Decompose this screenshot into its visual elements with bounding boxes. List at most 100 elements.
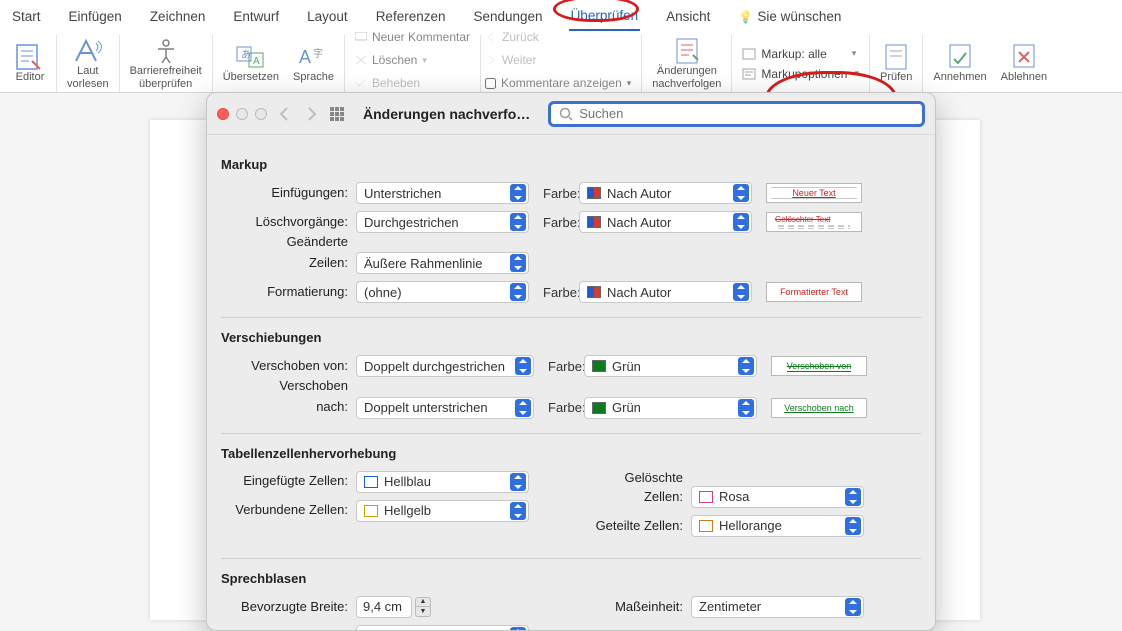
preview-insert: Neuer Text <box>766 183 862 203</box>
search-field[interactable] <box>548 101 925 127</box>
grp-editor[interactable]: Editor <box>4 35 57 92</box>
nav-fwd-icon[interactable] <box>303 106 319 122</box>
chevron-updown-icon <box>738 357 754 375</box>
grp-check[interactable]: Prüfen <box>870 35 923 92</box>
btn-resolve[interactable]: Beheben <box>355 76 420 90</box>
nav-back-icon[interactable] <box>277 106 293 122</box>
step-up[interactable]: ▲ <box>415 597 431 607</box>
btn-show-comments[interactable]: Kommentare anzeigen ▾ <box>485 76 631 90</box>
btn-accept[interactable]: Annehmen <box>933 43 986 84</box>
tab-layout[interactable]: Layout <box>305 7 350 30</box>
markup-all-label: Markup: alle <box>761 47 826 61</box>
lbl-del-cells-1: Gelöschte <box>591 471 691 485</box>
val-split-cells: Hellorange <box>719 518 845 533</box>
val-insertions: Unterstrichen <box>364 186 510 201</box>
acc-2: überprüfen <box>139 79 192 91</box>
check-label: Prüfen <box>880 72 912 84</box>
val-margin: Rechts <box>364 628 510 630</box>
sel-ins-color[interactable]: Nach Autor <box>579 182 752 204</box>
sel-del-color[interactable]: Nach Autor <box>579 211 752 233</box>
tab-mailings[interactable]: Sendungen <box>471 7 544 30</box>
preview-delete: Gelöschter Text <box>766 212 862 232</box>
sel-mrg-cells[interactable]: Hellgelb <box>356 500 529 522</box>
width-field[interactable]: 9,4 cm <box>356 596 412 618</box>
markup-display[interactable]: Markup: alle▾ <box>742 47 856 61</box>
chevron-updown-icon <box>845 517 861 535</box>
minimize-button[interactable] <box>236 108 248 120</box>
sel-split-cells[interactable]: Hellorange <box>691 515 864 537</box>
val-del-color: Nach Autor <box>607 215 733 230</box>
markup-options[interactable]: Markupoptionen▾ <box>742 67 859 81</box>
tab-review[interactable]: Überprüfen <box>569 6 641 31</box>
step-down[interactable]: ▼ <box>415 607 431 617</box>
zoom-button[interactable] <box>255 108 267 120</box>
val-ins-color: Nach Autor <box>607 186 733 201</box>
sel-deletions[interactable]: Durchgestrichen <box>356 211 529 233</box>
show-comments-check[interactable] <box>485 78 496 89</box>
lbl-lines: Zeilen: <box>221 256 356 270</box>
val-formatting: (ohne) <box>364 285 510 300</box>
comment-icon <box>355 32 367 42</box>
read-aloud-1: Laut <box>77 66 98 78</box>
sel-del-cells[interactable]: Rosa <box>691 486 864 508</box>
accept-label: Annehmen <box>933 72 986 84</box>
chevron-updown-icon <box>510 627 526 630</box>
chevron-updown-icon <box>510 473 526 491</box>
new-comment-label: Neuer Kommentar <box>372 30 470 44</box>
btn-prev-comment[interactable]: Zurück <box>485 30 539 44</box>
markup-opt-label: Markupoptionen <box>761 67 847 81</box>
sel-margin[interactable]: Rechts <box>356 625 529 630</box>
svg-text:字: 字 <box>313 47 323 60</box>
grp-accessibility[interactable]: Barrierefreiheit überprüfen <box>120 35 213 92</box>
markup-options-icon <box>742 68 756 80</box>
val-unit: Zentimeter <box>699 599 845 614</box>
tab-insert[interactable]: Einfügen <box>67 7 124 30</box>
sel-formatting[interactable]: (ohne) <box>356 281 529 303</box>
sel-moved-to[interactable]: Doppelt unterstrichen <box>356 397 534 419</box>
sel-fmt-color[interactable]: Nach Autor <box>579 281 752 303</box>
lbl-color-5: Farbe: <box>534 400 584 415</box>
preview-delete-text: Gelöschter Text <box>769 215 830 224</box>
stepper-width[interactable]: 9,4 cm ▲▼ <box>356 596 431 618</box>
search-input[interactable] <box>579 106 914 121</box>
search-icon <box>559 107 573 121</box>
section-table: Tabellenzellenhervorhebung <box>221 446 921 461</box>
lbl-margin: Seitenrand: <box>221 629 356 630</box>
btn-new-comment[interactable]: Neuer Kommentar <box>355 30 470 44</box>
translate-icon: あA <box>235 43 267 71</box>
tab-references[interactable]: Referenzen <box>374 7 448 30</box>
sel-unit[interactable]: Zentimeter <box>691 596 864 618</box>
chevron-updown-icon <box>515 399 531 417</box>
tab-design[interactable]: Entwurf <box>231 7 281 30</box>
divider <box>221 433 921 434</box>
svg-text:あ: あ <box>241 49 251 61</box>
swatch-lightorange-icon <box>699 520 713 532</box>
ribbon-tabs: Start Einfügen Zeichnen Entwurf Layout R… <box>0 0 1122 35</box>
grp-read-aloud[interactable]: Laut vorlesen <box>57 35 120 92</box>
sel-ins-cells[interactable]: Hellblau <box>356 471 529 493</box>
close-button[interactable] <box>217 108 229 120</box>
btn-reject[interactable]: Ablehnen <box>1001 43 1048 84</box>
tab-view[interactable]: Ansicht <box>664 7 712 30</box>
val-ins-cells: Hellblau <box>384 474 510 489</box>
sel-insertions[interactable]: Unterstrichen <box>356 182 529 204</box>
lbl-deletions: Löschvorgänge: <box>221 215 356 229</box>
lbl-changed: Geänderte <box>221 235 356 249</box>
tab-tellme[interactable]: Sie wünschen <box>736 7 843 30</box>
sel-lines[interactable]: Äußere Rahmenlinie <box>356 252 529 274</box>
tab-draw[interactable]: Zeichnen <box>148 7 208 30</box>
swatch-green-icon <box>592 360 606 372</box>
grp-accept-reject: Annehmen Ablehnen <box>923 35 1057 92</box>
btn-delete-comment[interactable]: Löschen ▾ <box>355 53 427 67</box>
btn-language[interactable]: A字 Sprache <box>293 43 334 84</box>
swatch-lightblue-icon <box>364 476 378 488</box>
sel-moved-from[interactable]: Doppelt durchgestrichen <box>356 355 534 377</box>
grid-icon[interactable] <box>329 106 345 122</box>
sel-mto-color[interactable]: Grün <box>584 397 757 419</box>
tab-start[interactable]: Start <box>10 7 43 30</box>
sel-mfrom-color[interactable]: Grün <box>584 355 757 377</box>
btn-next-comment[interactable]: Weiter <box>485 53 536 67</box>
btn-translate[interactable]: あA Übersetzen <box>223 43 279 84</box>
chevron-updown-icon <box>733 283 749 301</box>
grp-track-changes[interactable]: Änderungen nachverfolgen <box>642 35 732 92</box>
